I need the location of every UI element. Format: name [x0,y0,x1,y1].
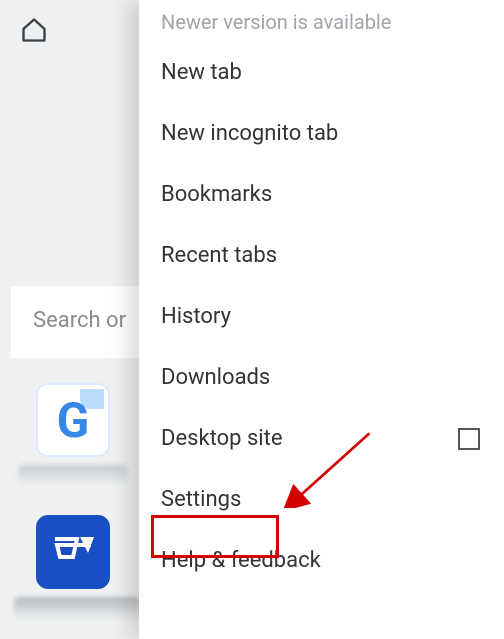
menu-item-label: Help & feedback [161,548,321,573]
home-tile-e[interactable] [36,515,110,589]
menu-item-recent-tabs[interactable]: Recent tabs [139,225,504,286]
cart-icon [50,529,96,575]
tile-g-label-blur [18,465,128,485]
menu-item-label: Bookmarks [161,182,272,207]
menu-item-label: Downloads [161,365,270,390]
menu-item-desktop-site[interactable]: Desktop site [139,408,504,469]
menu-item-label: New tab [161,60,242,85]
menu-item-label: History [161,304,231,329]
checkbox-desktop-site[interactable] [458,428,480,450]
menu-item-label: New incognito tab [161,121,338,146]
menu-item-new-tab[interactable]: New tab [139,42,504,103]
update-banner[interactable]: Newer version is available [139,6,504,42]
menu-item-label: Desktop site [161,426,283,451]
home-tile-g[interactable]: G [36,383,110,457]
menu-item-settings[interactable]: Settings [139,469,504,530]
tile-e-label-blur [14,597,140,619]
menu-item-downloads[interactable]: Downloads [139,347,504,408]
overflow-menu: Newer version is available New tab New i… [139,0,504,639]
home-icon[interactable] [20,16,48,44]
menu-item-help-feedback[interactable]: Help & feedback [139,530,504,591]
menu-item-label: Settings [161,487,241,512]
menu-item-new-incognito[interactable]: New incognito tab [139,103,504,164]
menu-item-label: Recent tabs [161,243,277,268]
menu-item-history[interactable]: History [139,286,504,347]
menu-item-bookmarks[interactable]: Bookmarks [139,164,504,225]
tile-g-letter: G [57,392,90,449]
